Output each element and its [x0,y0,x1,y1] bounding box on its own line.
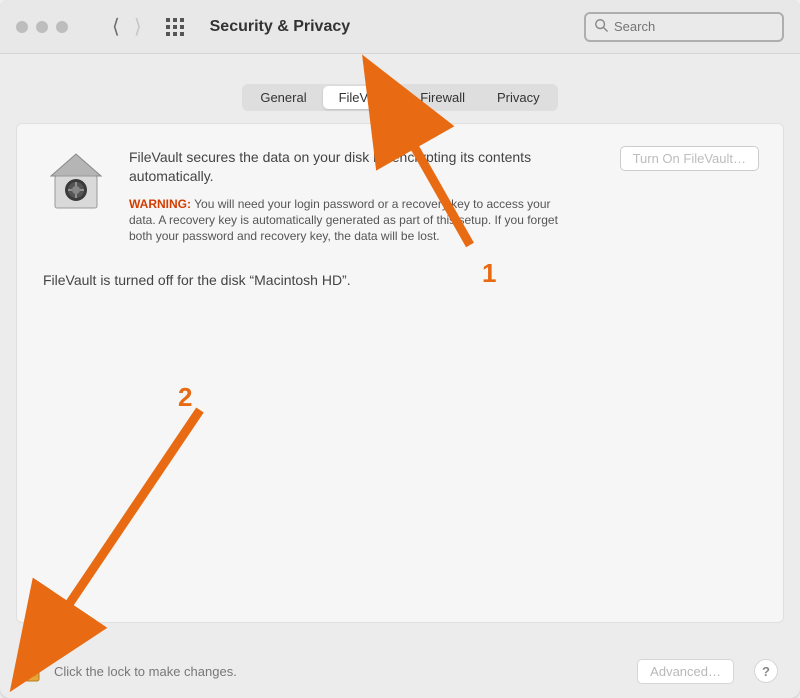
lock-icon[interactable] [22,659,42,683]
traffic-lights [16,21,68,33]
titlebar: ⟨ ⟩ Security & Privacy [0,0,800,54]
tab-general[interactable]: General [244,86,322,109]
show-all-prefs-icon[interactable] [166,18,184,36]
search-input[interactable] [614,19,774,34]
window-title: Security & Privacy [210,18,351,36]
filevault-panel: Turn On FileVault… [16,123,784,623]
forward-button[interactable]: ⟩ [134,17,142,37]
tab-privacy[interactable]: Privacy [481,86,556,109]
warning-body: You will need your login password or a r… [129,197,558,243]
nav-buttons: ⟨ ⟩ [112,17,142,37]
description-column: FileVault secures the data on your disk … [129,146,559,244]
tab-firewall[interactable]: Firewall [404,86,481,109]
filevault-description: FileVault secures the data on your disk … [129,148,559,186]
filevault-icon [41,146,111,212]
filevault-status-text: FileVault is turned off for the disk “Ma… [43,272,759,288]
warning-label: WARNING: [129,197,191,211]
prefs-window: ⟨ ⟩ Security & Privacy General FileVault… [0,0,800,698]
turn-on-filevault-button[interactable]: Turn On FileVault… [620,146,759,171]
back-button[interactable]: ⟨ [112,17,120,37]
tab-filevault[interactable]: FileVault [323,86,405,109]
filevault-warning: WARNING: You will need your login passwo… [129,196,559,245]
minimize-window-button[interactable] [36,21,48,33]
help-button[interactable]: ? [754,659,778,683]
search-field[interactable] [584,12,784,42]
lock-hint-text: Click the lock to make changes. [54,664,237,679]
footer: Click the lock to make changes. Advanced… [0,644,800,698]
close-window-button[interactable] [16,21,28,33]
tabs-segmented-control: General FileVault Firewall Privacy [242,84,557,111]
search-icon [594,18,608,35]
tabs-container: General FileVault Firewall Privacy [0,84,800,111]
zoom-window-button[interactable] [56,21,68,33]
advanced-button[interactable]: Advanced… [637,659,734,684]
